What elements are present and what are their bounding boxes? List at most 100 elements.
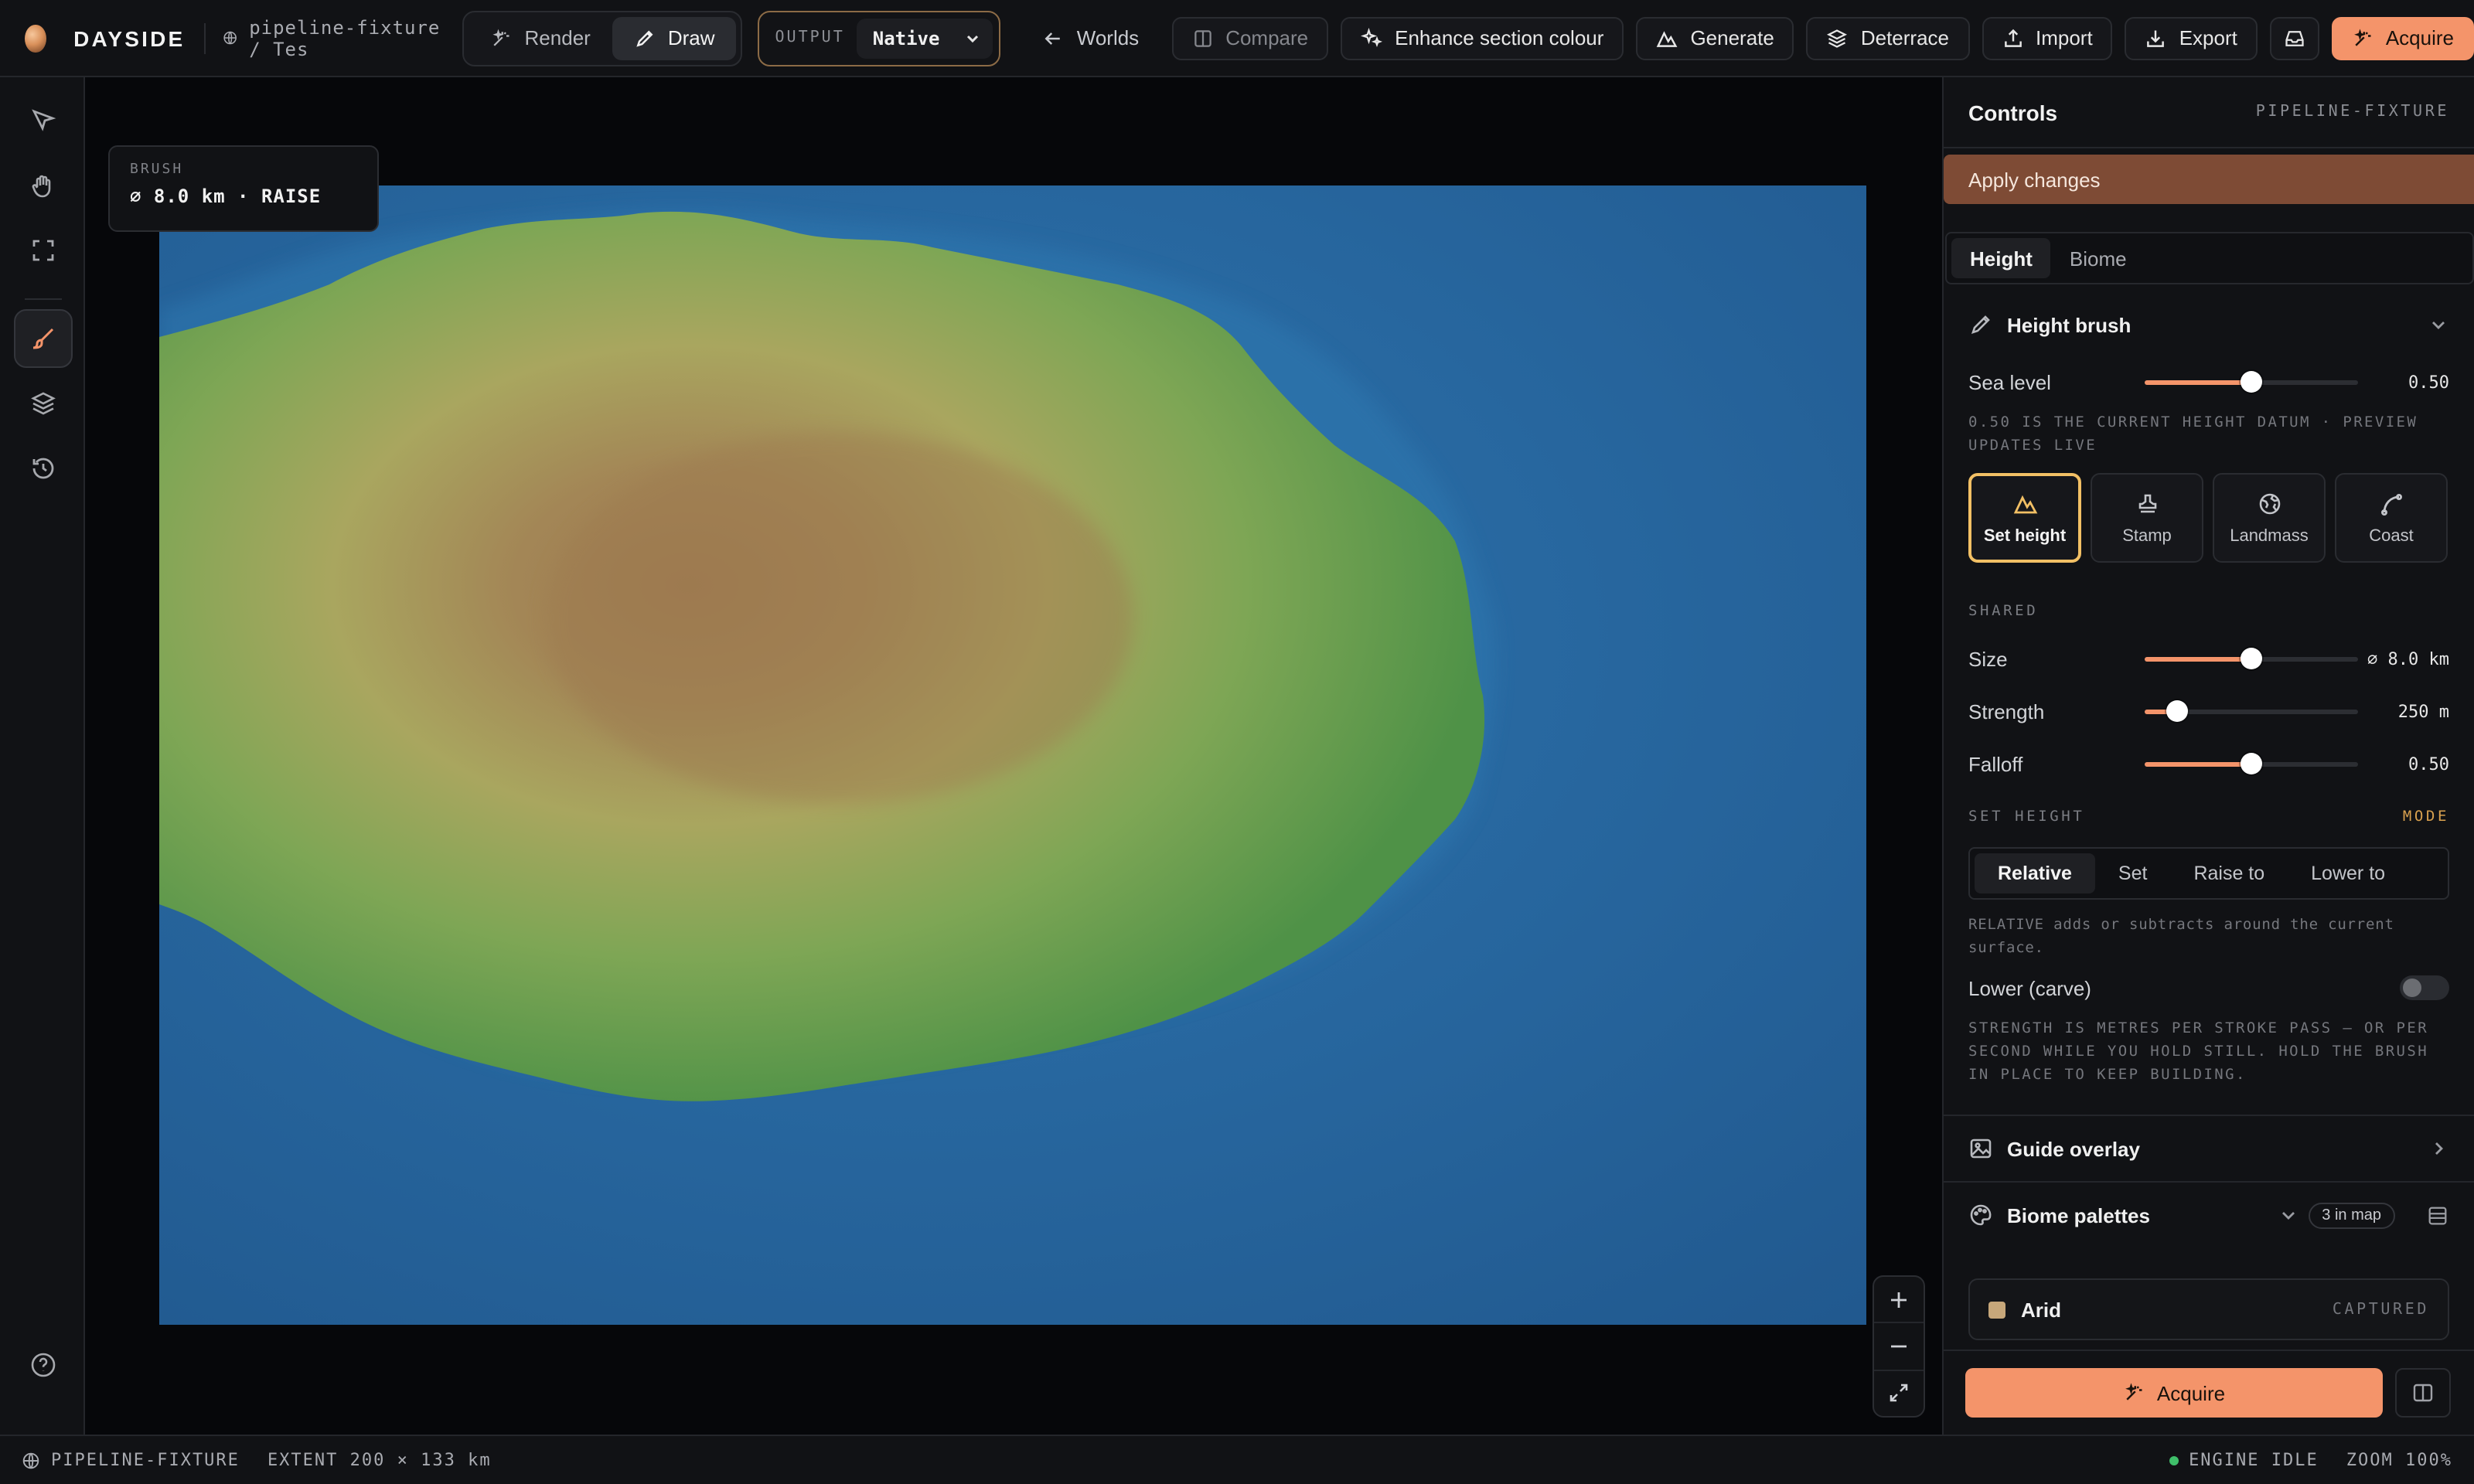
columns-icon	[1194, 29, 1211, 46]
strength-slider[interactable]	[2145, 699, 2358, 723]
breadcrumb-text: pipeline-fixture / Tes	[249, 16, 441, 60]
slider-thumb[interactable]	[2241, 648, 2262, 669]
toggle-panel-button[interactable]	[2395, 1368, 2451, 1418]
help-button[interactable]	[14, 1336, 73, 1394]
logo-icon	[25, 24, 46, 52]
output-caption: OUTPUT	[775, 29, 845, 46]
brand-name: DAYSIDE	[73, 26, 186, 50]
highland	[546, 433, 1133, 804]
layers-icon	[31, 392, 56, 415]
zoom-in-button[interactable]	[1874, 1277, 1924, 1324]
history-tool-button[interactable]	[14, 439, 73, 498]
render-mode-button[interactable]: Render	[469, 16, 612, 60]
brush-tool-button[interactable]	[14, 309, 73, 368]
zoom-controls	[1873, 1275, 1925, 1418]
tab-height[interactable]: Height	[1951, 238, 2051, 278]
frame-tool-button[interactable]	[14, 221, 73, 280]
image-icon	[1970, 1139, 1992, 1159]
layers-tool-button[interactable]	[14, 374, 73, 433]
zoom-out-button[interactable]	[1874, 1324, 1924, 1371]
sidebar-icon	[2413, 1384, 2433, 1402]
tool-label: Set height	[1983, 526, 2067, 545]
apply-changes-button[interactable]: Apply changes	[1944, 155, 2474, 204]
tab-biome[interactable]: Biome	[2051, 238, 2145, 278]
size-label: Size	[1968, 647, 2008, 670]
size-slider[interactable]	[2145, 646, 2358, 671]
tool-label: Coast	[2369, 526, 2414, 545]
mode-set[interactable]: Set	[2095, 853, 2171, 893]
palette-icon	[1970, 1204, 1992, 1226]
output-value: Native	[872, 27, 940, 49]
layers-icon	[1827, 29, 1848, 47]
draw-mode-button[interactable]: Draw	[612, 16, 737, 60]
size-row: Size ⌀ 8.0 km	[1944, 632, 2474, 685]
generate-button[interactable]: Generate	[1636, 16, 1794, 60]
inbox-button[interactable]	[2269, 16, 2319, 60]
divider	[25, 298, 62, 300]
mode-relative[interactable]: Relative	[1975, 853, 2095, 893]
strength-row: Strength 250 m	[1944, 685, 2474, 737]
shared-caption-text: SHARED	[1968, 603, 2039, 620]
biome-palettes-header[interactable]: Biome palettes 3 in map	[1944, 1183, 2474, 1247]
breadcrumb[interactable]: pipeline-fixture / Tes	[223, 16, 445, 60]
select-tool-button[interactable]	[14, 91, 73, 150]
compare-label: Compare	[1225, 26, 1309, 49]
palette-state: CAPTURED	[2332, 1301, 2429, 1318]
stamp-tool[interactable]: Stamp	[2091, 473, 2203, 563]
controls-panel: Controls PIPELINE-FIXTURE Apply changes …	[1942, 77, 2474, 1435]
list-icon[interactable]	[2426, 1203, 2449, 1227]
enhance-colour-button[interactable]: Enhance section colour	[1341, 16, 1624, 60]
terrain-map[interactable]	[159, 186, 1866, 1325]
lower-carve-label: Lower (carve)	[1968, 976, 2091, 999]
draw-label: Draw	[667, 26, 715, 49]
frame-icon	[32, 240, 54, 261]
sea-level-row: Sea level 0.50	[1944, 356, 2474, 408]
map-viewport[interactable]: BRUSH ⌀ 8.0 km · RAISE	[85, 77, 1942, 1435]
pan-tool-button[interactable]	[14, 156, 73, 215]
arrow-left-icon	[1045, 32, 1061, 44]
height-brush-header[interactable]: Height brush	[1944, 294, 2474, 356]
fit-view-button[interactable]	[1874, 1370, 1924, 1416]
tool-label: Landmass	[2230, 526, 2309, 545]
export-button[interactable]: Export	[2125, 16, 2258, 60]
mode-raise-to[interactable]: Raise to	[2170, 853, 2288, 893]
falloff-slider[interactable]	[2145, 751, 2358, 776]
coast-tool[interactable]: Coast	[2335, 473, 2448, 563]
palette-item[interactable]: Arid CAPTURED	[1968, 1278, 2449, 1340]
compare-button[interactable]: Compare	[1171, 16, 1329, 60]
top-bar: DAYSIDE pipeline-fixture / Tes Render Dr…	[0, 0, 2474, 77]
falloff-row: Falloff 0.50	[1944, 737, 2474, 790]
landmass-tool[interactable]: Landmass	[2213, 473, 2326, 563]
lower-carve-toggle[interactable]	[2400, 975, 2449, 1000]
chevron-down-icon[interactable]	[2277, 1204, 2299, 1226]
import-button[interactable]: Import	[1982, 16, 2113, 60]
sea-level-slider[interactable]	[2145, 369, 2358, 394]
slider-thumb[interactable]	[2166, 700, 2188, 722]
sparkle-icon	[2353, 28, 2371, 46]
output-dropdown[interactable]: Native	[857, 18, 993, 58]
mountain-icon	[2012, 494, 2037, 513]
brush-caption: BRUSH	[130, 162, 184, 178]
output-select[interactable]: OUTPUT Native	[758, 10, 1001, 66]
panel-acquire-button[interactable]: Acquire	[1965, 1368, 2383, 1418]
guide-overlay-header[interactable]: Guide overlay	[1944, 1116, 2474, 1181]
deterrace-button[interactable]: Deterrace	[1806, 16, 1969, 60]
slider-thumb[interactable]	[2241, 371, 2262, 393]
sparkles-icon	[1361, 27, 1383, 46]
acquire-button[interactable]: Acquire	[2331, 16, 2474, 60]
worlds-button[interactable]: Worlds	[1023, 16, 1159, 60]
set-height-tool[interactable]: Set height	[1968, 473, 2081, 563]
download-icon	[2147, 29, 2165, 46]
slider-thumb[interactable]	[2241, 753, 2262, 774]
worlds-label: Worlds	[1076, 26, 1140, 49]
status-project: PIPELINE-FIXTURE	[51, 1450, 240, 1470]
globe-icon	[22, 1452, 39, 1469]
mountain-icon	[1657, 30, 1678, 46]
biome-palettes-title: Biome palettes	[2007, 1203, 2150, 1227]
expand-icon	[1890, 1384, 1908, 1402]
panel-acquire-label: Acquire	[2156, 1381, 2226, 1404]
mode-lower-to[interactable]: Lower to	[2288, 853, 2408, 893]
deterrace-label: Deterrace	[1860, 26, 1949, 49]
engine-status-dot	[2169, 1455, 2179, 1465]
sea-level-value: 0.50	[2408, 372, 2449, 392]
